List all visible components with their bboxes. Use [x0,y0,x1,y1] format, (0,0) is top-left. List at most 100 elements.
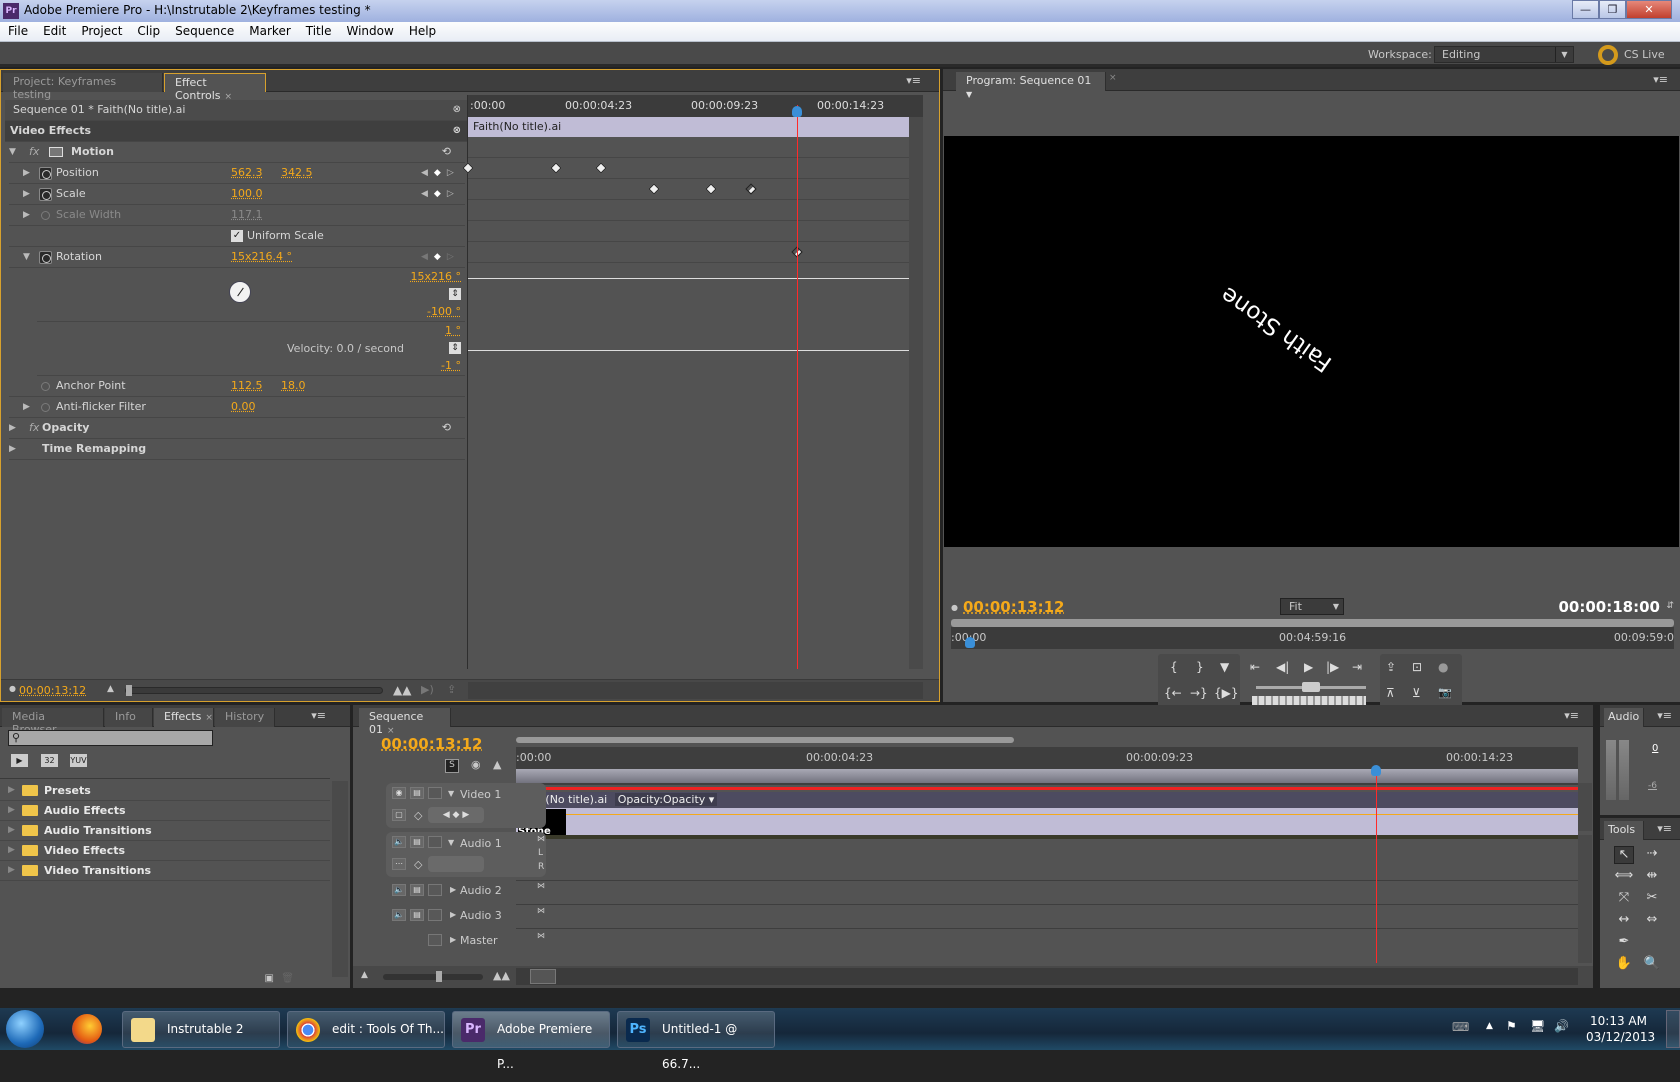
track-lock-icon[interactable] [428,836,442,848]
expand-triangle-icon[interactable]: ▶ [450,935,456,944]
effects-folder-audio-effects[interactable]: ▶ Audio Effects [0,801,330,821]
timeline-clip-faith[interactable]: Faith(No title).ai Opacity:Opacity ▾ ait… [516,792,1578,837]
restore-button[interactable]: ❐ [1599,0,1626,19]
go-to-next-edit-button[interactable]: ⇥ [1352,660,1362,674]
loop-icon[interactable]: ⇪ [447,683,456,696]
selection-tool[interactable]: ↖ [1614,846,1634,864]
expand-triangle-icon[interactable]: ▶ [9,418,16,438]
delete-icon[interactable]: 🗑 [281,973,294,984]
shuttle-thumb[interactable] [1302,682,1320,692]
zoom-out-icon[interactable]: ▲ [361,970,368,980]
lift-edit-button[interactable]: ⊼ [1386,686,1395,700]
expand-triangle-icon[interactable]: ▼ [448,789,454,798]
rotation-dial[interactable] [229,281,251,303]
position-x-value[interactable]: 562.3 [231,163,263,183]
menu-clip[interactable]: Clip [129,22,167,41]
32bit-effects-filter[interactable]: 32 [41,754,58,767]
expand-triangle-icon[interactable]: ▶ [8,781,15,800]
hand-tool[interactable]: ✋ [1614,956,1634,974]
keyframe-display-icon[interactable]: ◇ [414,809,422,822]
rate-stretch-tool[interactable]: ⤧ [1614,890,1634,908]
audio-3-lane[interactable] [516,905,1578,929]
export-frame-button[interactable]: 📷 [1438,686,1452,699]
speaker-icon[interactable]: 🔈 [392,836,406,848]
tab-tools[interactable]: Tools [1604,821,1644,840]
sync-lock-icon[interactable]: ▤ [410,909,424,921]
track-lock-icon[interactable] [428,909,442,921]
playhead-line[interactable] [1376,765,1378,963]
zoom-in-icon[interactable]: ▲▲ [493,969,510,982]
expand-triangle-icon[interactable]: ▶ [450,885,456,894]
expand-triangle-icon[interactable]: ▼ [9,142,16,162]
expand-triangle-icon[interactable]: ▶ [23,397,30,417]
slider-thumb[interactable] [436,971,442,982]
motion-transform-icon[interactable] [49,147,63,157]
audio-2-lane[interactable] [516,881,1578,905]
velocity-max[interactable]: 1 ° [445,324,461,337]
menu-edit[interactable]: Edit [35,22,73,41]
zoom-select[interactable]: Fit ▼ [1280,598,1344,615]
rotation-graph-min[interactable]: -100 ° [427,305,461,318]
sync-lock-icon[interactable]: ▤ [410,836,424,848]
keyframe-navigator[interactable]: ◀ ◆ ▶ [428,807,484,823]
expand-triangle-icon[interactable]: ▼ [448,838,454,847]
tab-project[interactable]: Project: Keyframes testing [3,73,163,101]
reset-icon[interactable]: ⟲ [442,142,451,162]
display-style-icon[interactable]: ▢ [392,809,406,821]
zoom-tool[interactable]: 🔍 [1642,956,1662,974]
mark-out-button[interactable]: } [1196,660,1204,674]
stopwatch-icon[interactable] [39,188,52,201]
playhead-handle[interactable] [1371,765,1382,776]
close-icon[interactable]: × [1109,73,1117,83]
razor-tool[interactable]: ✂ [1642,890,1662,908]
expand-triangle-icon[interactable]: ▶ [8,841,15,860]
output-button[interactable]: ● [1438,660,1448,674]
show-hidden-icons[interactable]: ▲ [1486,1021,1493,1031]
expand-triangle-icon[interactable]: ▶ [23,205,30,225]
sync-lock-icon[interactable]: ▤ [410,787,424,799]
opacity-rubberband[interactable] [516,814,1578,815]
minimize-button[interactable]: — [1572,0,1599,19]
cs-live-icon[interactable] [1598,45,1618,65]
position-keyframe[interactable] [594,162,607,174]
expand-triangle-icon[interactable]: ▼ [23,247,30,267]
program-current-timecode[interactable]: 00:00:13:12 [963,598,1065,616]
effects-folder-video-transitions[interactable]: ▶ Video Transitions [0,861,330,881]
tab-effects[interactable]: Effects × [154,708,214,727]
menu-file[interactable]: File [0,22,35,41]
safe-margins-button[interactable]: ⊡ [1412,660,1422,674]
audio-1-lane[interactable] [516,839,1578,881]
sync-lock-icon[interactable]: ▤ [410,884,424,896]
effects-scrollbar[interactable] [332,781,348,977]
menu-sequence[interactable]: Sequence [167,22,241,41]
scale-keyframe[interactable] [745,183,757,195]
mark-in-button[interactable]: { [1170,660,1178,674]
effects-folder-audio-transitions[interactable]: ▶ Audio Transitions [0,821,330,841]
pen-tool[interactable]: ✒ [1614,934,1634,952]
rotation-value[interactable]: 15x216.4 ° [231,247,292,267]
track-select-tool[interactable]: ⇢ [1642,846,1662,864]
ec-zoom-slider[interactable] [125,685,383,696]
action-center-flag-icon[interactable]: ⚑ [1506,1019,1517,1033]
sequence-time-ruler[interactable]: :00:00 00:00:04:23 00:00:09:23 00:00:14:… [516,747,1578,785]
show-desktop-button[interactable] [1666,1010,1680,1048]
video-tracks-scrollbar[interactable] [1578,783,1592,831]
play-in-to-out-button[interactable]: {▶} [1214,686,1239,700]
expand-triangle-icon[interactable]: ▶ [8,821,15,840]
tab-info[interactable]: Info [105,708,153,727]
ec-clip-bar[interactable]: Faith(No title).ai [468,117,923,137]
speaker-icon[interactable]: 🔈 [392,884,406,896]
program-zoom-bar[interactable] [951,619,1674,627]
ec-vertical-scrollbar[interactable] [909,117,923,669]
slip-tool[interactable]: ↔ [1614,912,1634,930]
zoom-in-icon[interactable]: ▲▲ [393,683,411,697]
lift-button[interactable]: ⇪ [1386,660,1396,674]
panel-menu-icon[interactable]: ▾≡ [1657,709,1672,722]
menu-project[interactable]: Project [73,22,129,41]
stopwatch-icon[interactable] [39,251,52,264]
track-lock-icon[interactable] [428,884,442,896]
taskbar-button-premiere[interactable]: Pr Adobe Premiere P... [452,1011,610,1071]
ripple-edit-tool[interactable]: ⟺ [1614,868,1634,886]
program-video-display[interactable]: Faith Stone [944,136,1679,547]
speaker-icon[interactable]: 🔈 [392,909,406,921]
